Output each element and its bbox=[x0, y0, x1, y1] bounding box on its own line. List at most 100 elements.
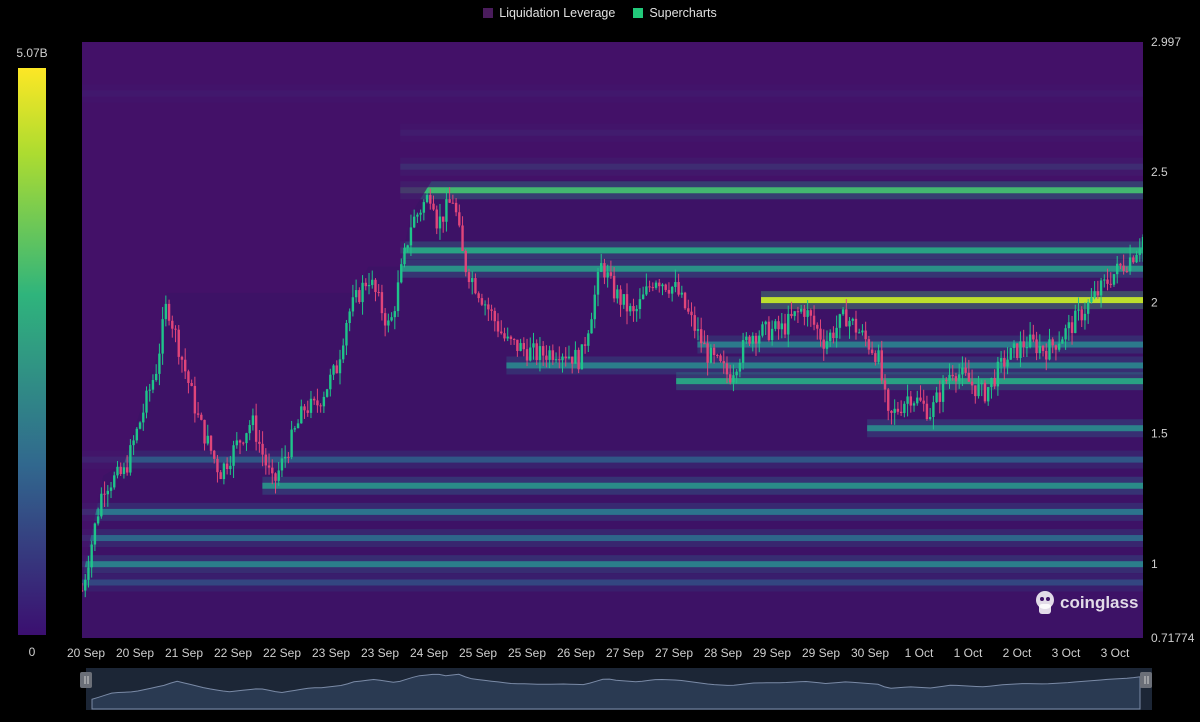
navigator-left-handle[interactable] bbox=[80, 672, 92, 688]
x-tick-label: 1 Oct bbox=[905, 646, 934, 660]
candle-body bbox=[645, 286, 648, 295]
candle-body bbox=[387, 320, 390, 326]
candle-body bbox=[367, 285, 371, 287]
candle-body bbox=[848, 320, 851, 327]
candle-body bbox=[1006, 359, 1009, 367]
candle-body bbox=[577, 349, 580, 370]
candle-body bbox=[371, 279, 374, 286]
candle-body bbox=[277, 470, 280, 481]
x-tick-label: 25 Sep bbox=[459, 646, 497, 660]
candle-body bbox=[1122, 265, 1125, 271]
candle-body bbox=[796, 311, 800, 313]
candle-body bbox=[251, 415, 255, 426]
candle-body bbox=[970, 381, 974, 386]
navigator-right-handle[interactable] bbox=[1140, 672, 1152, 688]
candle-body bbox=[148, 389, 151, 391]
candle-body bbox=[1132, 257, 1135, 263]
candle-body bbox=[822, 339, 825, 349]
x-axis: 20 Sep 20 Sep 21 Sep 22 Sep 22 Sep 23 Sep 23 S… bbox=[67, 646, 1130, 660]
candle-body bbox=[1022, 341, 1025, 348]
candle-body bbox=[1109, 283, 1112, 285]
candle-body bbox=[377, 292, 380, 294]
candle-body bbox=[825, 341, 829, 349]
x-tick-label: 22 Sep bbox=[263, 646, 301, 660]
x-tick-label: 27 Sep bbox=[606, 646, 644, 660]
candle-body bbox=[674, 282, 677, 287]
candle-body bbox=[545, 355, 548, 360]
candle-body bbox=[264, 454, 268, 466]
candle-body bbox=[412, 216, 416, 228]
candle-body bbox=[525, 349, 529, 361]
candle-body bbox=[938, 392, 942, 402]
candle-body bbox=[945, 380, 948, 382]
candle-body bbox=[512, 339, 516, 341]
candle-body bbox=[716, 355, 719, 357]
candle-body bbox=[838, 314, 842, 328]
candle-body bbox=[435, 209, 438, 229]
candle-body bbox=[851, 318, 854, 321]
candle-body bbox=[648, 286, 651, 288]
candle-body bbox=[880, 350, 883, 381]
candle-body bbox=[174, 328, 177, 330]
candle-body bbox=[816, 324, 819, 329]
candle-body bbox=[729, 374, 732, 383]
candle-body bbox=[406, 245, 409, 248]
candle-body bbox=[803, 308, 806, 317]
candle-body bbox=[845, 309, 848, 327]
candle-body bbox=[180, 356, 184, 360]
candle-body bbox=[312, 398, 316, 401]
candle-body bbox=[516, 339, 519, 351]
x-tick-label: 24 Sep bbox=[410, 646, 448, 660]
colorbar-min-label: 0 bbox=[29, 645, 36, 659]
candle-body bbox=[1057, 343, 1061, 350]
candle-body bbox=[1025, 347, 1029, 349]
candle-body bbox=[616, 289, 619, 299]
candle-body bbox=[238, 440, 242, 443]
candle-body bbox=[935, 392, 938, 403]
candle-body bbox=[193, 385, 197, 414]
candle-body bbox=[271, 467, 274, 474]
candle-body bbox=[574, 349, 577, 364]
candle-body bbox=[987, 387, 990, 402]
candle-body bbox=[1054, 345, 1058, 350]
candle-body bbox=[906, 396, 909, 404]
candle-body bbox=[1028, 334, 1032, 348]
candle-body bbox=[280, 458, 284, 471]
candle-body bbox=[232, 445, 235, 466]
x-tick-label: 20 Sep bbox=[67, 646, 105, 660]
candle-body bbox=[699, 329, 703, 344]
candle-body bbox=[761, 324, 764, 336]
candle-body bbox=[1061, 339, 1064, 344]
candle-body bbox=[529, 347, 532, 361]
candle-body bbox=[903, 403, 906, 413]
x-tick-label: 28 Sep bbox=[704, 646, 742, 660]
candle-body bbox=[748, 336, 751, 344]
candle-body bbox=[316, 400, 319, 406]
candle-body bbox=[132, 440, 135, 446]
candle-body bbox=[158, 353, 161, 374]
candle-body bbox=[213, 450, 216, 459]
candle-body bbox=[390, 317, 393, 321]
x-tick-label: 2 Oct bbox=[1003, 646, 1032, 660]
candle-body bbox=[477, 293, 480, 299]
candle-body bbox=[1103, 279, 1106, 281]
candle-body bbox=[1067, 322, 1071, 329]
candle-body bbox=[741, 340, 745, 363]
candle-body bbox=[722, 361, 725, 364]
time-navigator[interactable] bbox=[80, 668, 1152, 710]
heatmap-band bbox=[400, 187, 1143, 194]
candle-body bbox=[861, 330, 864, 333]
candle-body bbox=[84, 579, 87, 591]
x-tick-label: 25 Sep bbox=[508, 646, 546, 660]
candle-body bbox=[229, 465, 232, 470]
heatmap-band bbox=[400, 265, 1143, 272]
candle-body bbox=[709, 347, 713, 363]
candle-body bbox=[309, 398, 313, 413]
heatmap-band bbox=[697, 341, 1143, 348]
candle-body bbox=[564, 356, 567, 359]
candle-body bbox=[216, 458, 219, 473]
candle-body bbox=[812, 315, 816, 325]
candle-body bbox=[912, 403, 916, 406]
x-tick-label: 1 Oct bbox=[954, 646, 983, 660]
candle-body bbox=[696, 329, 700, 331]
